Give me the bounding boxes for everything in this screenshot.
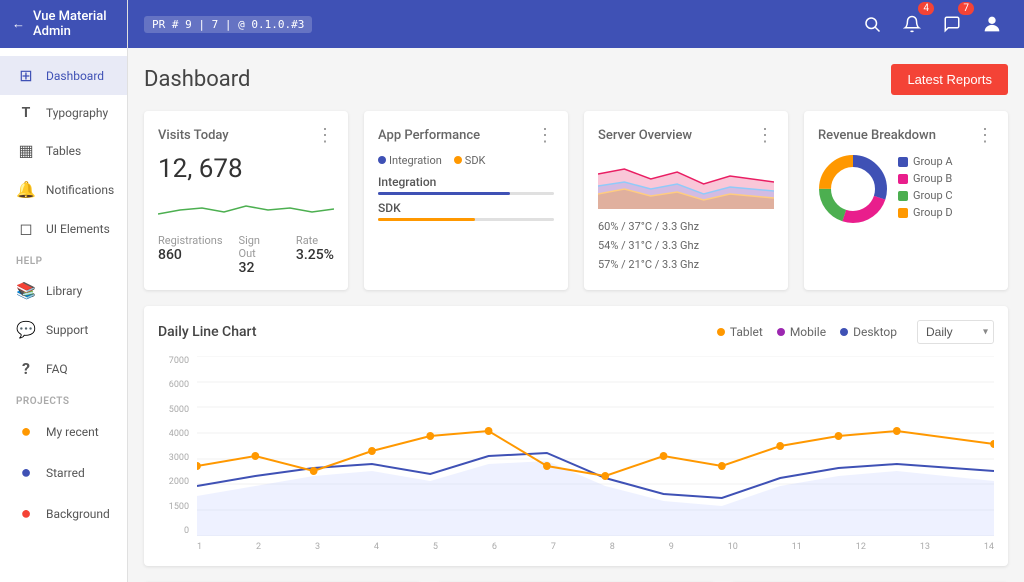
revenue-menu[interactable]: ⋮ [976, 125, 994, 146]
messages-button[interactable]: 7 [936, 8, 968, 40]
chart-area: 70006000500040003000200015000 [158, 356, 994, 552]
my-recent-dot: ● [16, 421, 36, 442]
server-chart [598, 154, 774, 209]
messages-badge: 7 [958, 2, 974, 15]
sidebar-item-dashboard[interactable]: ⊞ Dashboard [0, 56, 127, 95]
sidebar-item-faq[interactable]: ? FAQ [0, 349, 127, 388]
page-content: Dashboard Latest Reports Visits Today ⋮ … [128, 48, 1024, 582]
sidebar-item-starred[interactable]: ● Starred [0, 452, 127, 493]
typography-icon: T [16, 105, 36, 121]
starred-dot: ● [16, 462, 36, 483]
background-dot: ● [16, 503, 36, 524]
visits-mini-stats: Registrations 860 Sign Out 32 Rate 3.25% [158, 234, 334, 276]
server-row-2: 57% / 21°C / 3.3 Ghz [598, 255, 774, 274]
search-button[interactable] [856, 8, 888, 40]
chart-svg-container: 1234567891011121314 [197, 356, 994, 552]
signout-value: 32 [239, 260, 280, 276]
user-avatar[interactable] [976, 8, 1008, 40]
topbar-left: PR # 9 | 7 | @ 0.1.0.#3 [144, 16, 312, 33]
sidebar-item-ui-elements[interactable]: ◻ UI Elements [0, 209, 127, 248]
visits-card-title: Visits Today [158, 128, 229, 143]
topbar: PR # 9 | 7 | @ 0.1.0.#3 4 7 [128, 0, 1024, 48]
notifications-icon: 🔔 [16, 180, 36, 199]
donut-container: Group A Group B Group C Group D [818, 154, 994, 224]
stats-cards-row: Visits Today ⋮ 12, 678 Registrations 860… [144, 111, 1008, 290]
revenue-legend: Group A Group B Group C Group D [898, 155, 953, 223]
integration-progress: Integration [378, 175, 554, 195]
app-perf-title: App Performance [378, 128, 480, 143]
chart-legend: Tablet Mobile Desktop [717, 325, 897, 339]
app-perf-menu[interactable]: ⋮ [536, 125, 554, 146]
visits-card-menu[interactable]: ⋮ [316, 125, 334, 146]
sidebar-item-background[interactable]: ● Background [0, 493, 127, 534]
sdk-progress: SDK [378, 201, 554, 221]
notifications-badge: 4 [918, 2, 934, 15]
tables-icon: ▦ [16, 141, 36, 160]
dashboard-icon: ⊞ [16, 66, 36, 85]
ui-elements-icon: ◻ [16, 219, 36, 238]
server-row-1: 54% / 31°C / 3.3 Ghz [598, 236, 774, 255]
sidebar-item-notifications[interactable]: 🔔 Notifications [0, 170, 127, 209]
donut-chart [818, 154, 888, 224]
daily-select[interactable]: Daily Weekly Monthly [917, 320, 994, 344]
app-name: Vue Material Admin [33, 9, 115, 39]
server-overview-title: Server Overview [598, 128, 692, 143]
sidebar-nav: ⊞ Dashboard T Typography ▦ Tables 🔔 Noti… [0, 48, 127, 582]
help-section-title: HELP [0, 248, 127, 271]
app-performance-card: App Performance ⋮ Integration SDK Integr… [364, 111, 568, 290]
sidebar-item-tables[interactable]: ▦ Tables [0, 131, 127, 170]
server-row-0: 60% / 37°C / 3.3 Ghz [598, 217, 774, 236]
revenue-breakdown-card: Revenue Breakdown ⋮ Group A [804, 111, 1008, 290]
server-overview-card: Server Overview ⋮ 60% / 37°C / 3.3 Ghz [584, 111, 788, 290]
projects-section-title: PROJECTS [0, 388, 127, 411]
library-icon: 📚 [16, 281, 36, 300]
main-content: PR # 9 | 7 | @ 0.1.0.#3 4 7 Dashboard La… [128, 0, 1024, 582]
line-chart-svg [197, 356, 994, 536]
registrations-value: 860 [158, 247, 223, 263]
app-perf-legend: Integration SDK [378, 154, 554, 167]
notifications-button[interactable]: 4 [896, 8, 928, 40]
rate-label: Rate [296, 234, 334, 247]
support-icon: 💬 [16, 320, 36, 339]
faq-icon: ? [16, 359, 36, 378]
back-icon[interactable]: ← [12, 16, 25, 32]
rate-value: 3.25% [296, 247, 334, 263]
topbar-right: 4 7 [856, 8, 1008, 40]
daily-select-wrapper[interactable]: Daily Weekly Monthly [917, 320, 994, 344]
topbar-tag: PR # 9 | 7 | @ 0.1.0.#3 [144, 16, 312, 33]
sidebar-item-support[interactable]: 💬 Support [0, 310, 127, 349]
revenue-title: Revenue Breakdown [818, 128, 936, 143]
line-chart-card: Daily Line Chart Tablet Mobile Desktop D… [144, 306, 1008, 566]
visits-number: 12, 678 [158, 154, 334, 184]
sidebar-item-library[interactable]: 📚 Library [0, 271, 127, 310]
latest-reports-button[interactable]: Latest Reports [891, 64, 1008, 95]
chart-title: Daily Line Chart [158, 324, 256, 340]
page-title: Dashboard [144, 67, 250, 92]
chart-header: Daily Line Chart Tablet Mobile Desktop D… [158, 320, 994, 344]
signout-label: Sign Out [239, 234, 280, 260]
visits-sparkline [158, 196, 334, 226]
visits-today-card: Visits Today ⋮ 12, 678 Registrations 860… [144, 111, 348, 290]
registrations-label: Registrations [158, 234, 223, 247]
page-header: Dashboard Latest Reports [144, 64, 1008, 95]
server-menu[interactable]: ⋮ [756, 125, 774, 146]
sidebar-header: ← Vue Material Admin [0, 0, 127, 48]
sidebar: ← Vue Material Admin ⊞ Dashboard T Typog… [0, 0, 128, 582]
sidebar-item-my-recent[interactable]: ● My recent [0, 411, 127, 452]
sidebar-item-typography[interactable]: T Typography [0, 95, 127, 131]
